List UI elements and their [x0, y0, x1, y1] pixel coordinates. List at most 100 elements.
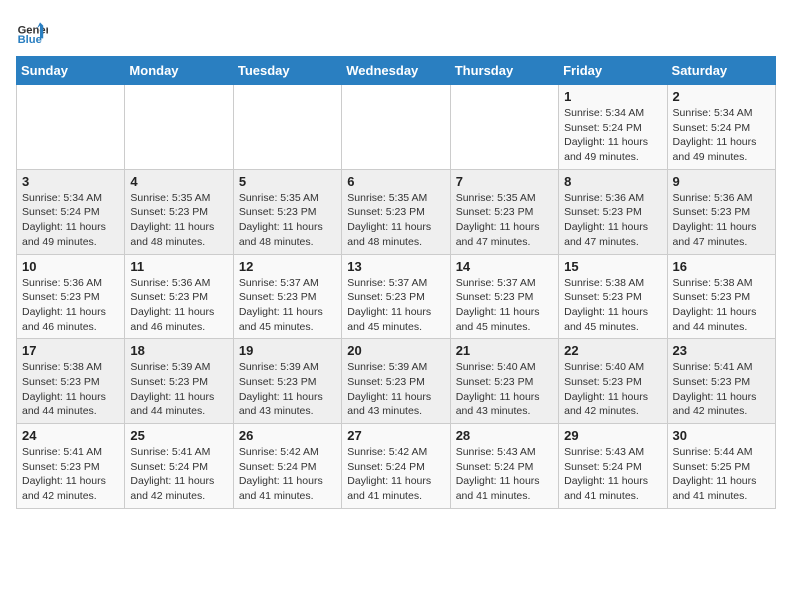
- day-info: Sunrise: 5:36 AM Sunset: 5:23 PM Dayligh…: [130, 276, 227, 335]
- day-info: Sunrise: 5:35 AM Sunset: 5:23 PM Dayligh…: [130, 191, 227, 250]
- day-info: Sunrise: 5:39 AM Sunset: 5:23 PM Dayligh…: [130, 360, 227, 419]
- svg-text:Blue: Blue: [18, 34, 42, 46]
- day-number: 3: [22, 174, 119, 189]
- day-cell: 29 Sunrise: 5:43 AM Sunset: 5:24 PM Dayli…: [559, 424, 667, 509]
- day-number: 7: [456, 174, 553, 189]
- header: General Blue: [16, 16, 776, 48]
- day-info: Sunrise: 5:36 AM Sunset: 5:23 PM Dayligh…: [22, 276, 119, 335]
- day-cell: 28Sunrise: 5:43 AM Sunset: 5:24 PM Dayli…: [450, 424, 558, 509]
- day-cell: 19 Sunrise: 5:39 AM Sunset: 5:23 PM Dayli…: [233, 339, 341, 424]
- day-cell: 21Sunrise: 5:40 AM Sunset: 5:23 PM Dayli…: [450, 339, 558, 424]
- day-info: Sunrise: 5:40 AM Sunset: 5:23 PM Dayligh…: [456, 360, 553, 419]
- day-number: 8: [564, 174, 661, 189]
- day-info: Sunrise: 5:36 AM Sunset: 5:23 PM Dayligh…: [673, 191, 770, 250]
- day-cell: 15Sunrise: 5:38 AM Sunset: 5:23 PM Dayli…: [559, 254, 667, 339]
- day-number: 4: [130, 174, 227, 189]
- day-number: 6: [347, 174, 444, 189]
- day-info: Sunrise: 5:36 AM Sunset: 5:23 PM Dayligh…: [564, 191, 661, 250]
- day-info: Sunrise: 5:35 AM Sunset: 5:23 PM Dayligh…: [239, 191, 336, 250]
- week-row-2: 10 Sunrise: 5:36 AM Sunset: 5:23 PM Dayli…: [17, 254, 776, 339]
- day-info: Sunrise: 5:37 AM Sunset: 5:23 PM Dayligh…: [347, 276, 444, 335]
- day-info: Sunrise: 5:42 AM Sunset: 5:24 PM Dayligh…: [239, 445, 336, 504]
- day-cell: 27 Sunrise: 5:42 AM Sunset: 5:24 PM Dayli…: [342, 424, 450, 509]
- day-cell: 13 Sunrise: 5:37 AM Sunset: 5:23 PM Dayli…: [342, 254, 450, 339]
- day-cell: 14 Sunrise: 5:37 AM Sunset: 5:23 PM Dayli…: [450, 254, 558, 339]
- day-cell: 7Sunrise: 5:35 AM Sunset: 5:23 PM Daylig…: [450, 169, 558, 254]
- day-number: 1: [564, 89, 661, 104]
- day-cell: 3 Sunrise: 5:34 AM Sunset: 5:24 PM Daylig…: [17, 169, 125, 254]
- day-number: 17: [22, 343, 119, 358]
- day-info: Sunrise: 5:39 AM Sunset: 5:23 PM Dayligh…: [347, 360, 444, 419]
- calendar: SundayMondayTuesdayWednesdayThursdayFrid…: [16, 56, 776, 509]
- day-info: Sunrise: 5:35 AM Sunset: 5:23 PM Dayligh…: [347, 191, 444, 250]
- day-info: Sunrise: 5:40 AM Sunset: 5:23 PM Dayligh…: [564, 360, 661, 419]
- day-cell: [125, 85, 233, 170]
- day-info: Sunrise: 5:34 AM Sunset: 5:24 PM Dayligh…: [564, 106, 661, 165]
- day-number: 19: [239, 343, 336, 358]
- day-info: Sunrise: 5:37 AM Sunset: 5:23 PM Dayligh…: [239, 276, 336, 335]
- day-number: 29: [564, 428, 661, 443]
- day-number: 20: [347, 343, 444, 358]
- day-number: 22: [564, 343, 661, 358]
- day-cell: [17, 85, 125, 170]
- day-number: 24: [22, 428, 119, 443]
- day-cell: 4 Sunrise: 5:35 AM Sunset: 5:23 PM Daylig…: [125, 169, 233, 254]
- day-number: 18: [130, 343, 227, 358]
- day-cell: 22 Sunrise: 5:40 AM Sunset: 5:23 PM Dayli…: [559, 339, 667, 424]
- day-cell: [342, 85, 450, 170]
- day-cell: 23Sunrise: 5:41 AM Sunset: 5:23 PM Dayli…: [667, 339, 775, 424]
- logo: General Blue: [16, 16, 52, 48]
- day-number: 15: [564, 259, 661, 274]
- weekday-header-tuesday: Tuesday: [233, 57, 341, 85]
- day-info: Sunrise: 5:39 AM Sunset: 5:23 PM Dayligh…: [239, 360, 336, 419]
- day-number: 12: [239, 259, 336, 274]
- weekday-header-sunday: Sunday: [17, 57, 125, 85]
- day-number: 25: [130, 428, 227, 443]
- weekday-header-saturday: Saturday: [667, 57, 775, 85]
- day-number: 27: [347, 428, 444, 443]
- week-row-4: 24 Sunrise: 5:41 AM Sunset: 5:23 PM Dayli…: [17, 424, 776, 509]
- day-info: Sunrise: 5:43 AM Sunset: 5:24 PM Dayligh…: [456, 445, 553, 504]
- weekday-header-row: SundayMondayTuesdayWednesdayThursdayFrid…: [17, 57, 776, 85]
- day-number: 10: [22, 259, 119, 274]
- day-number: 16: [673, 259, 770, 274]
- day-info: Sunrise: 5:41 AM Sunset: 5:24 PM Dayligh…: [130, 445, 227, 504]
- day-cell: 8 Sunrise: 5:36 AM Sunset: 5:23 PM Daylig…: [559, 169, 667, 254]
- logo-icon: General Blue: [16, 16, 48, 48]
- day-cell: 18 Sunrise: 5:39 AM Sunset: 5:23 PM Dayli…: [125, 339, 233, 424]
- day-number: 14: [456, 259, 553, 274]
- day-cell: 10 Sunrise: 5:36 AM Sunset: 5:23 PM Dayli…: [17, 254, 125, 339]
- day-number: 5: [239, 174, 336, 189]
- day-info: Sunrise: 5:37 AM Sunset: 5:23 PM Dayligh…: [456, 276, 553, 335]
- day-cell: 16 Sunrise: 5:38 AM Sunset: 5:23 PM Dayli…: [667, 254, 775, 339]
- day-info: Sunrise: 5:34 AM Sunset: 5:24 PM Dayligh…: [22, 191, 119, 250]
- day-cell: 30 Sunrise: 5:44 AM Sunset: 5:25 PM Dayli…: [667, 424, 775, 509]
- day-cell: 20 Sunrise: 5:39 AM Sunset: 5:23 PM Dayli…: [342, 339, 450, 424]
- day-info: Sunrise: 5:38 AM Sunset: 5:23 PM Dayligh…: [22, 360, 119, 419]
- day-info: Sunrise: 5:38 AM Sunset: 5:23 PM Dayligh…: [673, 276, 770, 335]
- day-cell: [233, 85, 341, 170]
- weekday-header-monday: Monday: [125, 57, 233, 85]
- weekday-header-wednesday: Wednesday: [342, 57, 450, 85]
- day-number: 26: [239, 428, 336, 443]
- day-number: 30: [673, 428, 770, 443]
- day-info: Sunrise: 5:43 AM Sunset: 5:24 PM Dayligh…: [564, 445, 661, 504]
- day-number: 13: [347, 259, 444, 274]
- day-cell: 17 Sunrise: 5:38 AM Sunset: 5:23 PM Dayli…: [17, 339, 125, 424]
- day-info: Sunrise: 5:41 AM Sunset: 5:23 PM Dayligh…: [22, 445, 119, 504]
- day-cell: 2 Sunrise: 5:34 AM Sunset: 5:24 PM Daylig…: [667, 85, 775, 170]
- week-row-1: 3 Sunrise: 5:34 AM Sunset: 5:24 PM Daylig…: [17, 169, 776, 254]
- day-info: Sunrise: 5:34 AM Sunset: 5:24 PM Dayligh…: [673, 106, 770, 165]
- day-info: Sunrise: 5:42 AM Sunset: 5:24 PM Dayligh…: [347, 445, 444, 504]
- day-cell: 5 Sunrise: 5:35 AM Sunset: 5:23 PM Daylig…: [233, 169, 341, 254]
- day-number: 2: [673, 89, 770, 104]
- day-cell: 11 Sunrise: 5:36 AM Sunset: 5:23 PM Dayli…: [125, 254, 233, 339]
- day-number: 11: [130, 259, 227, 274]
- day-cell: 26 Sunrise: 5:42 AM Sunset: 5:24 PM Dayli…: [233, 424, 341, 509]
- day-info: Sunrise: 5:44 AM Sunset: 5:25 PM Dayligh…: [673, 445, 770, 504]
- day-cell: 12 Sunrise: 5:37 AM Sunset: 5:23 PM Dayli…: [233, 254, 341, 339]
- week-row-3: 17 Sunrise: 5:38 AM Sunset: 5:23 PM Dayli…: [17, 339, 776, 424]
- weekday-header-friday: Friday: [559, 57, 667, 85]
- day-cell: 9Sunrise: 5:36 AM Sunset: 5:23 PM Daylig…: [667, 169, 775, 254]
- day-cell: 25 Sunrise: 5:41 AM Sunset: 5:24 PM Dayli…: [125, 424, 233, 509]
